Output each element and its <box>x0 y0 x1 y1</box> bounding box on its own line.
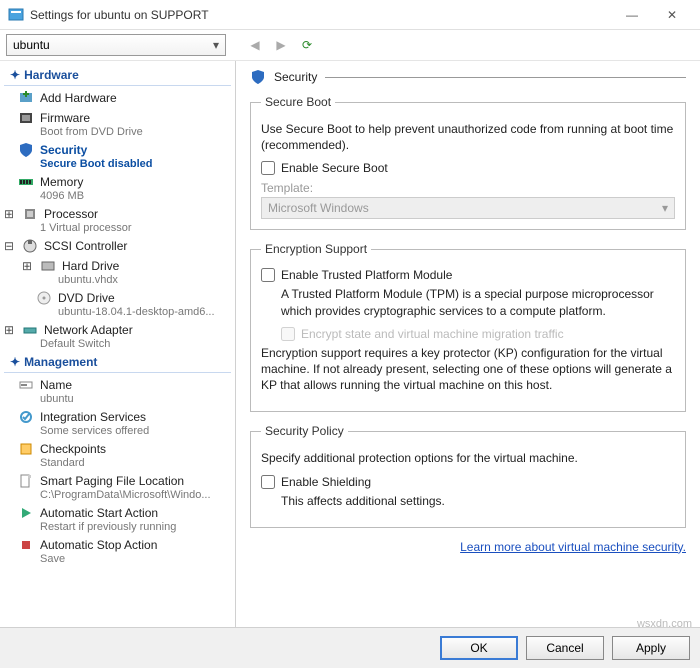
watermark: wsxdn.com <box>637 618 692 630</box>
integration-icon <box>18 409 34 425</box>
enable-tpm-checkbox[interactable] <box>261 268 275 282</box>
sidebar: ✦ Hardware Add Hardware Firmware Boot fr… <box>0 61 236 627</box>
kp-note: Encryption support requires a key protec… <box>261 345 675 394</box>
content-panel: Security Secure Boot Use Secure Boot to … <box>236 61 700 627</box>
dvd-icon <box>36 290 52 306</box>
section-management: ✦ Management <box>4 352 231 373</box>
apply-button[interactable]: Apply <box>612 636 690 660</box>
chevron-down-icon: ▾ <box>213 38 219 52</box>
security-policy-group: Security Policy Specify additional prote… <box>250 424 686 527</box>
sidebar-item-paging[interactable]: Smart Paging File Location C:\ProgramDat… <box>0 471 235 503</box>
hard-drive-icon <box>40 258 56 274</box>
encrypt-state-row: Encrypt state and virtual machine migrat… <box>281 327 675 341</box>
sidebar-item-integration[interactable]: Integration Services Some services offer… <box>0 407 235 439</box>
refresh-button[interactable]: ⟳ <box>296 34 318 56</box>
template-value: Microsoft Windows <box>268 201 369 215</box>
sidebar-item-start-action[interactable]: Automatic Start Action Restart if previo… <box>0 503 235 535</box>
enable-secure-boot-checkbox[interactable] <box>261 161 275 175</box>
template-dropdown: Microsoft Windows ▾ <box>261 197 675 219</box>
app-icon <box>8 7 24 23</box>
enable-shielding-checkbox[interactable] <box>261 475 275 489</box>
enable-secure-boot-row[interactable]: Enable Secure Boot <box>261 161 675 175</box>
sidebar-item-memory[interactable]: Memory 4096 MB <box>0 172 235 204</box>
secure-boot-group: Secure Boot Use Secure Boot to help prev… <box>250 95 686 230</box>
shielding-note: This affects additional settings. <box>281 493 675 509</box>
sidebar-item-dvd-drive[interactable]: DVD Drive ubuntu-18.04.1-desktop-amd6... <box>0 288 235 320</box>
enable-shielding-label: Enable Shielding <box>281 475 371 489</box>
sidebar-item-checkpoints[interactable]: Checkpoints Standard <box>0 439 235 471</box>
secure-boot-desc: Use Secure Boot to help prevent unauthor… <box>261 121 675 153</box>
sidebar-item-processor[interactable]: ⊞Processor 1 Virtual processor <box>0 204 235 236</box>
section-hardware: ✦ Hardware <box>4 65 231 86</box>
sidebar-item-hard-drive[interactable]: ⊞Hard Drive ubuntu.vhdx <box>0 256 235 288</box>
encrypt-state-checkbox <box>281 327 295 341</box>
titlebar: Settings for ubuntu on SUPPORT — ✕ <box>0 0 700 30</box>
checkpoints-icon <box>18 441 34 457</box>
panel-heading: Security <box>274 70 317 84</box>
encryption-legend: Encryption Support <box>261 242 371 256</box>
sidebar-item-add-hardware[interactable]: Add Hardware <box>0 88 235 108</box>
learn-more-link[interactable]: Learn more about virtual machine securit… <box>250 540 686 554</box>
encrypt-state-label: Encrypt state and virtual machine migrat… <box>301 327 564 341</box>
start-action-icon <box>18 505 34 521</box>
toolbar: ubuntu ▾ ◀ ▶ ⟳ <box>0 30 700 61</box>
chevron-down-icon: ▾ <box>662 201 668 215</box>
window-title: Settings for ubuntu on SUPPORT <box>30 8 612 22</box>
network-icon <box>22 322 38 338</box>
ok-button[interactable]: OK <box>440 636 518 660</box>
expand-icon[interactable]: ⊞ <box>22 259 32 273</box>
enable-shielding-row[interactable]: Enable Shielding <box>261 475 675 489</box>
minimize-button[interactable]: — <box>612 0 652 30</box>
firmware-icon <box>18 110 34 126</box>
expand-icon[interactable]: ⊞ <box>4 207 14 221</box>
security-policy-legend: Security Policy <box>261 424 348 438</box>
shield-icon <box>18 142 34 158</box>
close-button[interactable]: ✕ <box>652 0 692 30</box>
vm-selector-label: ubuntu <box>13 38 50 52</box>
sidebar-item-name[interactable]: Name ubuntu <box>0 375 235 407</box>
secure-boot-legend: Secure Boot <box>261 95 335 109</box>
back-button[interactable]: ◀ <box>244 34 266 56</box>
sidebar-item-security[interactable]: Security Secure Boot disabled <box>0 140 235 172</box>
sidebar-item-network[interactable]: ⊞Network Adapter Default Switch <box>0 320 235 352</box>
sidebar-item-stop-action[interactable]: Automatic Stop Action Save <box>0 535 235 567</box>
add-hardware-icon <box>18 90 34 106</box>
cancel-button[interactable]: Cancel <box>526 636 604 660</box>
tpm-desc: A Trusted Platform Module (TPM) is a spe… <box>281 286 675 318</box>
template-label: Template: <box>261 181 675 195</box>
scsi-icon <box>22 238 38 254</box>
collapse-icon[interactable]: ⊟ <box>4 239 14 253</box>
memory-icon <box>18 174 34 190</box>
sidebar-item-firmware[interactable]: Firmware Boot from DVD Drive <box>0 108 235 140</box>
sidebar-item-scsi[interactable]: ⊟SCSI Controller <box>0 236 235 256</box>
vm-selector[interactable]: ubuntu ▾ <box>6 34 226 56</box>
expand-icon[interactable]: ⊞ <box>4 323 14 337</box>
shield-icon <box>250 69 266 85</box>
button-bar: OK Cancel Apply <box>0 627 700 668</box>
security-policy-desc: Specify additional protection options fo… <box>261 450 675 466</box>
enable-tpm-label: Enable Trusted Platform Module <box>281 268 452 282</box>
stop-action-icon <box>18 537 34 553</box>
encryption-group: Encryption Support Enable Trusted Platfo… <box>250 242 686 412</box>
enable-secure-boot-label: Enable Secure Boot <box>281 161 388 175</box>
heading-rule <box>325 77 686 78</box>
enable-tpm-row[interactable]: Enable Trusted Platform Module <box>261 268 675 282</box>
forward-button[interactable]: ▶ <box>270 34 292 56</box>
name-icon <box>18 377 34 393</box>
paging-icon <box>18 473 34 489</box>
processor-icon <box>22 206 38 222</box>
